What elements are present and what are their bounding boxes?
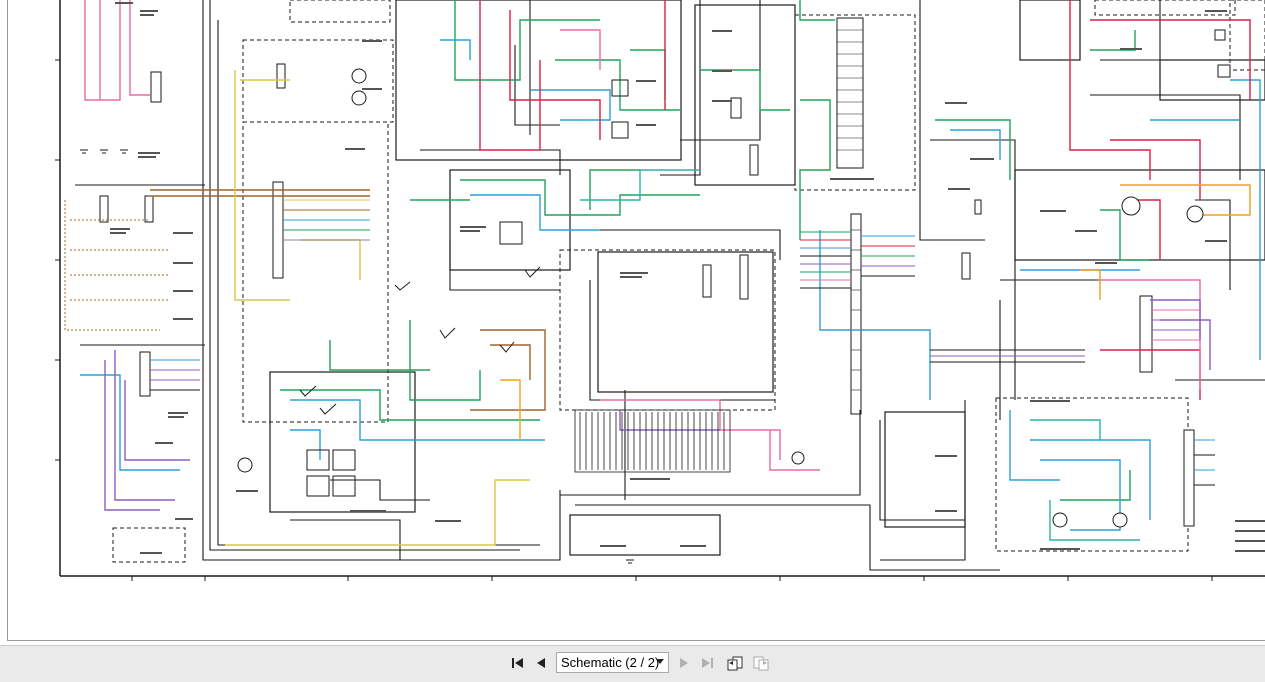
wires-black — [75, 0, 1265, 571]
motor-symbols — [237, 68, 1204, 528]
previous-view-icon — [727, 656, 743, 671]
previous-page-icon — [537, 658, 545, 668]
relay-symbols — [306, 29, 1231, 497]
previous-page-button[interactable] — [530, 653, 552, 673]
page-selector-value: Schematic (2 / 2) — [561, 655, 660, 670]
switch-symbols — [299, 266, 541, 415]
schematic-frame — [59, 0, 1265, 577]
navigation-toolbar: Schematic (2 / 2) — [0, 645, 1265, 682]
wires-orange — [500, 184, 1251, 440]
dashed-boundaries — [112, 0, 1265, 563]
next-view-icon — [753, 656, 769, 671]
previous-view-button[interactable] — [724, 653, 746, 673]
chevron-down-icon — [656, 659, 664, 664]
component-blocks — [269, 0, 1265, 556]
next-page-icon — [680, 658, 688, 668]
wires-pink — [84, 0, 1201, 471]
wires-brown — [150, 189, 546, 411]
document-viewer[interactable] — [0, 0, 1265, 645]
wires-dashed — [64, 200, 170, 331]
next-page-button[interactable] — [673, 653, 695, 673]
last-page-icon — [702, 658, 713, 668]
next-view-button[interactable] — [750, 653, 772, 673]
page-selector[interactable]: Schematic (2 / 2) — [556, 652, 669, 673]
first-page-icon — [512, 658, 523, 668]
terminal-label-strip — [574, 409, 731, 473]
wire-bundles — [150, 199, 1215, 486]
wires-yellow — [225, 70, 530, 546]
first-page-button[interactable] — [506, 653, 528, 673]
electrical-schematic-page — [55, 0, 1265, 581]
last-page-button[interactable] — [697, 653, 719, 673]
ground-symbols — [80, 149, 634, 564]
